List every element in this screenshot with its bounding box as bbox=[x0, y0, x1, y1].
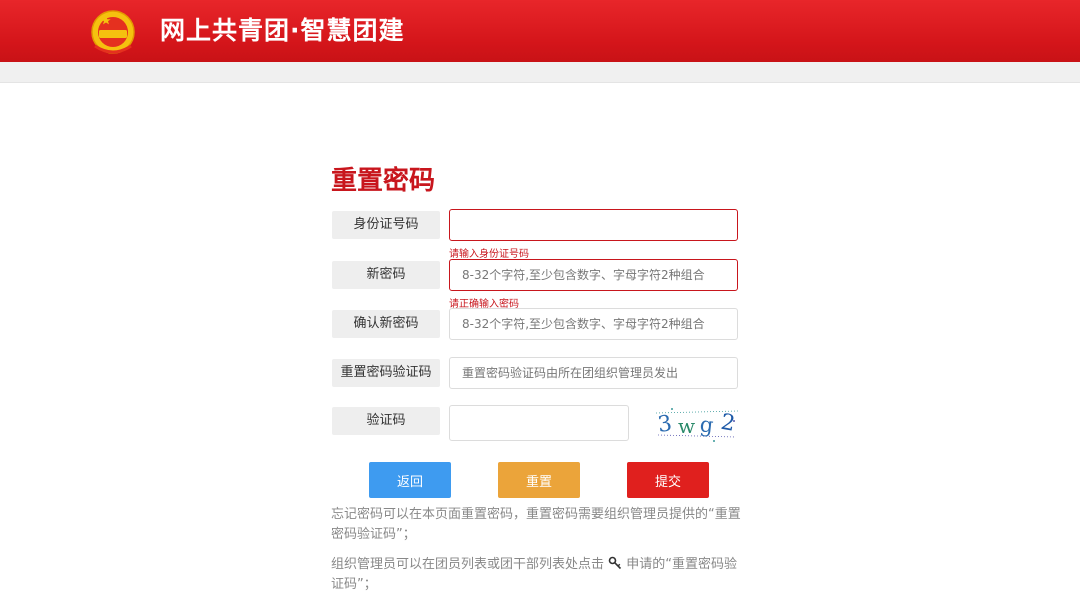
help-note-2-before: 组织管理员可以在团员列表或团干部列表处点击 bbox=[331, 557, 605, 572]
reset-code-row: 重置密码验证码 bbox=[331, 357, 741, 391]
help-note-2: 组织管理员可以在团员列表或团干部列表处点击 申请的“重置密码验证码”； bbox=[331, 555, 741, 595]
reset-code-label: 重置密码验证码 bbox=[332, 359, 440, 387]
captcha-label: 验证码 bbox=[332, 407, 440, 435]
captcha-char: 2 bbox=[719, 410, 737, 437]
id-number-label: 身份证号码 bbox=[332, 211, 440, 239]
confirm-password-input[interactable] bbox=[449, 308, 738, 340]
id-number-error: 请输入身份证号码 bbox=[449, 249, 529, 260]
new-password-row: 新密码 bbox=[331, 259, 741, 293]
captcha-char: w bbox=[678, 414, 695, 438]
key-icon bbox=[608, 556, 622, 570]
top-header: 网上共青团·智慧团建 bbox=[0, 0, 1080, 62]
back-button[interactable]: 返回 bbox=[369, 462, 451, 498]
brand-title: 网上共青团·智慧团建 bbox=[160, 16, 405, 45]
captcha-image[interactable]: 3 w g 2 bbox=[654, 401, 740, 445]
reset-button[interactable]: 重置 bbox=[498, 462, 580, 498]
page-title: 重置密码 bbox=[331, 166, 436, 196]
confirm-password-label: 确认新密码 bbox=[332, 310, 440, 338]
confirm-password-row: 确认新密码 bbox=[331, 308, 741, 342]
help-note-1: 忘记密码可以在本页面重置密码，重置密码需要组织管理员提供的“重置密码验证码”； bbox=[331, 507, 741, 542]
id-number-input[interactable] bbox=[449, 209, 738, 241]
captcha-row: 验证码 3 w g 2 bbox=[331, 405, 741, 442]
youth-league-emblem-icon bbox=[91, 10, 135, 54]
captcha-input[interactable] bbox=[449, 405, 629, 441]
submit-button[interactable]: 提交 bbox=[627, 462, 709, 498]
id-number-row: 身份证号码 bbox=[331, 209, 741, 243]
new-password-input[interactable] bbox=[449, 259, 738, 291]
reset-code-input[interactable] bbox=[449, 357, 738, 389]
captcha-char: g bbox=[699, 412, 715, 437]
new-password-label: 新密码 bbox=[332, 261, 440, 289]
captcha-char: 3 bbox=[656, 411, 673, 438]
header-sub-bar bbox=[0, 62, 1080, 83]
